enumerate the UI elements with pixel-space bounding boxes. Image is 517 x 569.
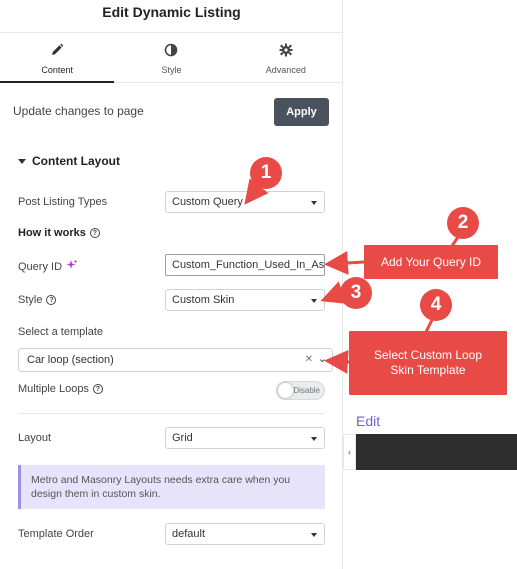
callout-query-id: Add Your Query ID (364, 245, 498, 279)
section-title: Content Layout (32, 154, 120, 168)
style-row-label: Style ? (18, 294, 57, 306)
caret-down-icon (311, 299, 317, 303)
multiple-loops-label: Multiple Loops (18, 383, 89, 395)
badge-3: 3 (340, 277, 372, 309)
toggle-text: Disable (293, 386, 320, 395)
layout-label: Layout (18, 432, 52, 444)
tab-style[interactable]: Style (114, 33, 228, 82)
gear-icon (229, 43, 343, 61)
layout-notice: Metro and Masonry Layouts needs extra ca… (18, 465, 325, 509)
clear-icon[interactable]: ✕ (305, 354, 313, 365)
pencil-icon (0, 43, 114, 61)
chevron-left-icon: ‹ (348, 447, 351, 457)
template-order-label: Template Order (18, 528, 94, 540)
panel-tabs: Content Style Advanced (0, 33, 343, 83)
post-listing-types-select[interactable]: Custom Query (165, 191, 325, 213)
template-select[interactable]: Car loop (section) ✕ ⌄ (18, 348, 333, 372)
query-id-input[interactable]: Custom_Function_Used_In_Ass (165, 254, 325, 276)
post-listing-types-value: Custom Query (172, 196, 243, 208)
help-icon: ? (89, 228, 100, 238)
caret-down-icon (311, 437, 317, 441)
select-template-label: Select a template (18, 326, 103, 338)
badge-4: 4 (420, 289, 452, 321)
how-it-works-link[interactable]: How it works ? (18, 227, 100, 239)
query-id-row-label: Query ID (18, 259, 78, 274)
help-icon: ? (92, 384, 103, 394)
half-circle-icon (114, 43, 228, 61)
template-select-value: Car loop (section) (27, 354, 114, 366)
panel-title: Edit Dynamic Listing (0, 0, 343, 33)
style-select[interactable]: Custom Skin (165, 289, 325, 311)
caret-down-icon (18, 158, 26, 164)
caret-down-icon (311, 201, 317, 205)
preview-edit-link[interactable]: Edit (356, 413, 380, 429)
caret-down-icon (311, 533, 317, 537)
help-icon: ? (46, 295, 57, 305)
divider (18, 413, 325, 414)
tab-content[interactable]: Content (0, 33, 115, 83)
query-id-label: Query ID (18, 260, 63, 273)
editor-panel: Edit Dynamic Listing Content Style Advan… (0, 0, 343, 569)
badge-1: 1 (250, 157, 282, 189)
style-value: Custom Skin (172, 294, 235, 306)
style-label: Style (18, 294, 43, 306)
update-changes-text: Update changes to page (13, 104, 144, 118)
post-listing-types-label: Post Listing Types (18, 196, 108, 208)
ai-sparkle-icon[interactable] (66, 259, 78, 274)
badge-2: 2 (447, 207, 479, 239)
template-order-select[interactable]: default (165, 523, 325, 545)
tab-advanced[interactable]: Advanced (229, 33, 343, 82)
multiple-loops-toggle[interactable]: Disable (276, 381, 325, 400)
callout-template: Select Custom Loop Skin Template (349, 331, 507, 395)
content-layout-section-toggle[interactable]: Content Layout (18, 154, 120, 168)
multiple-loops-row-label: Multiple Loops ? (18, 383, 103, 395)
apply-button[interactable]: Apply (274, 98, 329, 126)
preview-dark-bar (356, 434, 517, 470)
layout-select[interactable]: Grid (165, 427, 325, 449)
tab-advanced-label: Advanced (265, 65, 306, 75)
tab-style-label: Style (161, 65, 182, 75)
chevron-down-icon[interactable]: ⌄ (318, 352, 327, 365)
how-it-works-label: How it works (18, 227, 86, 239)
toggle-knob (278, 383, 293, 398)
template-order-value: default (172, 528, 206, 540)
tab-content-label: Content (41, 65, 73, 75)
layout-value: Grid (172, 432, 193, 444)
collapse-panel-button[interactable]: ‹ (343, 434, 356, 470)
